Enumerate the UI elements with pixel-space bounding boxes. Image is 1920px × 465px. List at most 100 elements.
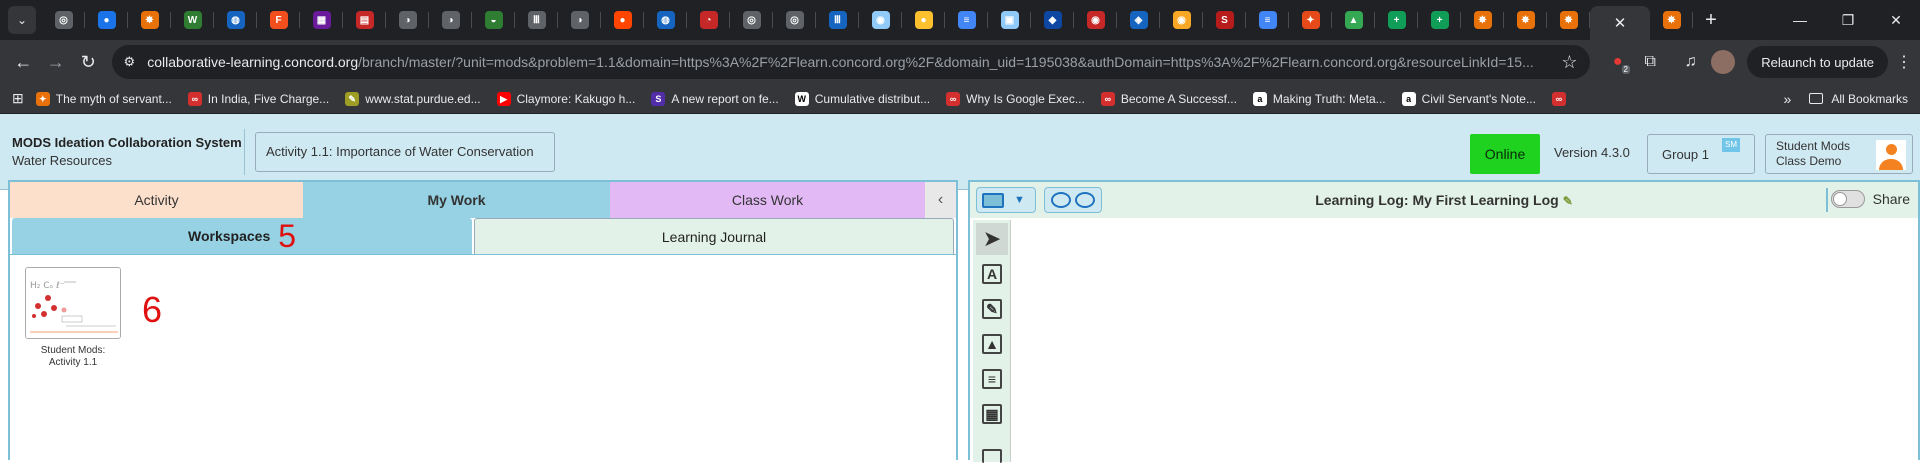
tab-reddit-icon[interactable]: ●	[601, 0, 644, 40]
tab-search-button[interactable]: ⌄	[8, 6, 36, 34]
bookmark-favicon-icon: ✎	[345, 91, 360, 106]
bookmark-item[interactable]: ✎ www.stat.purdue.ed...	[345, 91, 481, 106]
bookmark-item[interactable]: ▶ Claymore: Kakugo h...	[496, 91, 635, 106]
tab-class-work[interactable]: Class Work	[610, 182, 925, 218]
tab-after-active[interactable]: ✸	[1650, 0, 1693, 40]
sheets-icon-2: +	[1430, 11, 1449, 29]
profile-avatar[interactable]	[1707, 45, 1739, 79]
toggle-switch[interactable]	[1830, 190, 1865, 208]
app-title: MODS Ideation Collaboration System	[12, 135, 242, 150]
document-title[interactable]: Learning Log: My First Learning Log ✎	[970, 192, 1918, 208]
bookmark-item[interactable]: W Cumulative distribut...	[794, 91, 930, 106]
tab-sheets-icon-2[interactable]: +	[1418, 0, 1461, 40]
tab-site-icon-16[interactable]: Ⅲ	[816, 0, 859, 40]
tab-site-icon-26[interactable]: ✸	[1461, 0, 1504, 40]
site-info-icon[interactable]: ⚙	[124, 54, 136, 70]
tab-site-icon-8[interactable]: ◑	[429, 0, 472, 40]
extensions-puzzle-icon[interactable]: ⧉	[1634, 45, 1666, 79]
more-tool[interactable]	[976, 433, 1008, 465]
text-tool[interactable]: A	[976, 258, 1008, 290]
tab-site-icon-15[interactable]: ◎	[773, 0, 816, 40]
tab-site-icon-6[interactable]: ▤	[343, 0, 386, 40]
all-bookmarks-button[interactable]: All Bookmarks	[1809, 92, 1908, 106]
tab-drive-icon[interactable]: ▲	[1332, 0, 1375, 40]
new-tab-button[interactable]: +	[1693, 9, 1729, 32]
document-tool[interactable]: ≡	[976, 363, 1008, 395]
tab-site-icon-27[interactable]: ✸	[1504, 0, 1547, 40]
forward-icon[interactable]: →	[41, 46, 72, 78]
bookmark-item[interactable]: ∞ Why Is Google Exec...	[946, 91, 1085, 106]
subtab-workspaces[interactable]: Workspaces 5	[12, 218, 473, 254]
more-bookmarks-icon[interactable]: »	[1784, 91, 1792, 107]
back-icon[interactable]: ←	[8, 46, 39, 78]
tab-site-icon-23[interactable]: ◉	[1160, 0, 1203, 40]
tab-site-icon-13[interactable]: ◔	[687, 0, 730, 40]
tab-sheets-icon[interactable]: +	[1375, 0, 1418, 40]
bookmark-item[interactable]: ∞ Become A Successf...	[1100, 91, 1237, 106]
tab-site-icon-10[interactable]: Ⅲ	[515, 0, 558, 40]
menu-kebab-icon[interactable]: ⋮	[1896, 52, 1912, 72]
tab-site-icon-24[interactable]: S	[1203, 0, 1246, 40]
tab-site-icon-19[interactable]: ▣	[988, 0, 1031, 40]
tab-site-icon-18[interactable]: ●	[902, 0, 945, 40]
tab-site-icon-21[interactable]: ◉	[1074, 0, 1117, 40]
tab-figma-icon[interactable]: F	[257, 0, 300, 40]
bookmark-item[interactable]: ∞	[1551, 91, 1572, 106]
bookmark-item[interactable]: ∞ In India, Five Charge...	[187, 91, 329, 106]
comments-button[interactable]	[1044, 187, 1102, 213]
screen-icon	[982, 192, 1004, 208]
bookmark-favicon-icon: S	[651, 91, 666, 106]
tab-site-icon-28[interactable]: ✸	[1547, 0, 1590, 40]
workspace-thumbnail[interactable]: H₂ Cₒ ℓ⁻	[25, 267, 121, 339]
active-tab[interactable]: ✕	[1590, 6, 1650, 40]
select-tool[interactable]: ➤	[976, 223, 1008, 255]
tab-activity[interactable]: Activity	[10, 182, 303, 218]
close-tab-icon[interactable]: ✕	[1614, 14, 1627, 32]
bookmark-item[interactable]: S A new report on fe...	[651, 91, 779, 106]
drawing-tool[interactable]: ✎	[976, 293, 1008, 325]
collapse-panel-button[interactable]: ‹	[925, 182, 956, 218]
bookmark-item[interactable]: a Civil Servant's Note...	[1401, 91, 1536, 106]
tab-site-icon-20[interactable]: ◆	[1031, 0, 1074, 40]
minimize-icon[interactable]: —	[1776, 0, 1824, 40]
tab-site-icon-17[interactable]: ◉	[859, 0, 902, 40]
relaunch-button[interactable]: Relaunch to update	[1747, 46, 1888, 78]
tab-chrome-icon[interactable]: ◎	[42, 0, 85, 40]
tab-site-icon-2[interactable]: ✸	[128, 0, 171, 40]
edit-pencil-icon[interactable]: ✎	[1563, 194, 1573, 208]
image-tool[interactable]: ▲	[976, 328, 1008, 360]
table-tool[interactable]: ▦	[976, 398, 1008, 430]
bookmark-item[interactable]: ✦ The myth of servant...	[35, 91, 172, 106]
tab-site-icon-11[interactable]: ◑	[558, 0, 601, 40]
tab-site-icon-25[interactable]: ✦	[1289, 0, 1332, 40]
tab-site-icon-12[interactable]: ◍	[644, 0, 687, 40]
address-bar[interactable]: ⚙ collaborative-learning.concord.org/bra…	[111, 45, 1590, 79]
media-controls-icon[interactable]: ♫	[1674, 45, 1706, 79]
tab-site-icon-1[interactable]: ●	[85, 0, 128, 40]
tab-docs-icon-2[interactable]: ≡	[1246, 0, 1289, 40]
tab-site-icon-4[interactable]: ◍	[214, 0, 257, 40]
restore-icon[interactable]: ❐	[1824, 0, 1872, 40]
subtab-learning-journal[interactable]: Learning Journal	[474, 218, 954, 254]
tab-docs-icon[interactable]: ≡	[945, 0, 988, 40]
bookmark-label: Become A Successf...	[1120, 91, 1237, 106]
share-toggle[interactable]: Share	[1830, 190, 1910, 208]
extension-icon[interactable]: ● 2	[1602, 45, 1634, 79]
activity-title[interactable]: Activity 1.1: Importance of Water Conser…	[255, 131, 555, 172]
tab-site-icon-3[interactable]: W	[171, 0, 214, 40]
bookmark-item[interactable]: a Making Truth: Meta...	[1252, 91, 1386, 106]
url-text[interactable]: collaborative-learning.concord.org/branc…	[147, 54, 1553, 70]
tab-site-icon-7[interactable]: ◑	[386, 0, 429, 40]
bookmark-star-icon[interactable]: ☆	[1561, 52, 1577, 73]
tab-my-work[interactable]: My Work	[303, 182, 610, 218]
reload-icon[interactable]: ↻	[73, 46, 104, 78]
tab-site-icon-9[interactable]: ◒	[472, 0, 515, 40]
group-button[interactable]: Group 1 SM	[1647, 134, 1755, 174]
tab-site-icon-5[interactable]: ▦	[300, 0, 343, 40]
document-menu-button[interactable]: ▼	[976, 187, 1036, 213]
tab-site-icon-22[interactable]: ◈	[1117, 0, 1160, 40]
user-info[interactable]: Student Mods Class Demo	[1765, 134, 1913, 174]
close-window-icon[interactable]: ✕	[1872, 0, 1920, 40]
apps-grid-icon[interactable]: ⊞	[12, 90, 24, 107]
tab-site-icon-14[interactable]: ◎	[730, 0, 773, 40]
